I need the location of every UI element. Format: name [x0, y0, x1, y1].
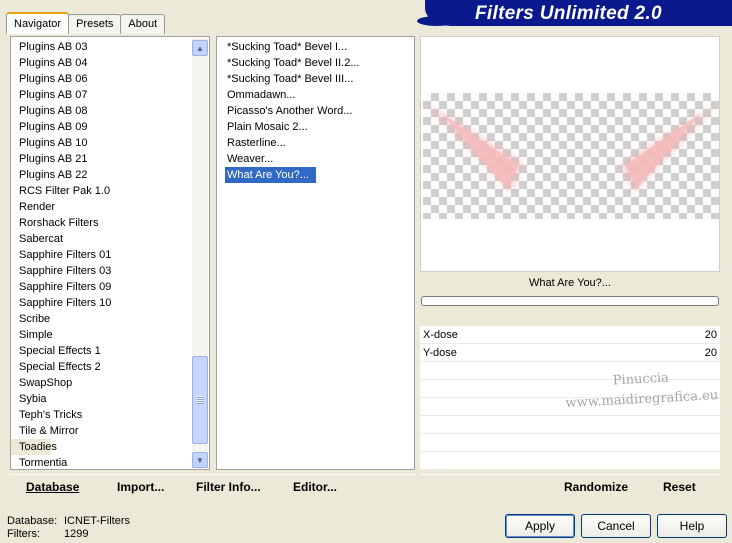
category-item[interactable]: Simple	[11, 327, 191, 343]
scroll-thumb[interactable]	[192, 356, 208, 444]
preview-filter-name: What Are You?...	[420, 272, 720, 294]
left-button-bar: Database Import... Filter Info... Editor…	[10, 474, 415, 498]
filter-list[interactable]: *Sucking Toad* Bevel I... *Sucking Toad* …	[217, 39, 414, 469]
grip-icon	[196, 396, 204, 404]
title-banner: Filters Unlimited 2.0	[417, 0, 732, 26]
preview-image	[423, 93, 719, 219]
category-item[interactable]: Plugins AB 22	[11, 167, 191, 183]
help-button[interactable]: Help	[657, 514, 727, 538]
filter-item[interactable]: Weaver...	[217, 151, 414, 167]
preview-shapes	[423, 101, 719, 193]
param-row-y-dose[interactable]: Y-dose 20	[420, 344, 720, 362]
param-row-x-dose[interactable]: X-dose 20	[420, 326, 720, 344]
category-item[interactable]: Special Effects 1	[11, 343, 191, 359]
category-item[interactable]: Plugins AB 08	[11, 103, 191, 119]
apply-button[interactable]: Apply	[505, 514, 575, 538]
database-label: Database	[26, 480, 80, 494]
category-item[interactable]: Tormentia	[11, 455, 191, 469]
param-value[interactable]: 20	[705, 326, 717, 344]
category-item[interactable]: Render	[11, 199, 191, 215]
category-item[interactable]: Sapphire Filters 10	[11, 295, 191, 311]
category-item[interactable]: Plugins AB 21	[11, 151, 191, 167]
filter-item[interactable]: Rasterline...	[217, 135, 414, 151]
database-button[interactable]: Database	[26, 480, 79, 494]
param-row-empty	[420, 416, 720, 434]
tab-navigator[interactable]: Navigator	[6, 12, 70, 34]
category-item[interactable]: Sapphire Filters 01	[11, 247, 191, 263]
category-item[interactable]: Sapphire Filters 09	[11, 279, 191, 295]
tab-strip: Navigator Presets About	[6, 12, 166, 34]
category-scrollbar[interactable]: ▲ ▼	[192, 38, 208, 468]
scroll-down-button[interactable]: ▼	[192, 452, 208, 468]
filter-info-button[interactable]: Filter Info...	[196, 480, 261, 494]
filter-item[interactable]: *Sucking Toad* Bevel III...	[217, 71, 414, 87]
scroll-up-button[interactable]: ▲	[192, 40, 208, 56]
filter-item[interactable]: Picasso's Another Word...	[217, 103, 414, 119]
filter-item[interactable]: What Are You?...	[225, 167, 316, 183]
tab-presets[interactable]: Presets	[68, 14, 122, 34]
category-item[interactable]: Teph's Tricks	[11, 407, 191, 423]
preview-shape-left-core	[441, 113, 519, 189]
chevron-up-icon: ▲	[196, 43, 204, 53]
parameter-area: X-dose 20 Y-dose 20 Pinuccia www.maidire…	[420, 326, 720, 469]
status-area: Database: ICNET-Filters Filters: 1299	[7, 515, 130, 541]
preview-shape-right-core	[625, 113, 701, 189]
cancel-button[interactable]: Cancel	[581, 514, 651, 538]
editor-button[interactable]: Editor...	[293, 480, 337, 494]
randomize-button[interactable]: Randomize	[564, 480, 628, 494]
chevron-down-icon: ▼	[196, 455, 204, 465]
category-list-panel: Plugins AB 03 Plugins AB 04 Plugins AB 06 P…	[10, 36, 210, 470]
filter-list-panel: *Sucking Toad* Bevel I... *Sucking Toad* …	[216, 36, 415, 470]
param-label: Y-dose	[423, 347, 457, 359]
watermark: Pinuccia www.maidiregrafica.eu	[564, 366, 719, 414]
category-item[interactable]: Scribe	[11, 311, 191, 327]
tab-about[interactable]: About	[120, 14, 166, 34]
category-item[interactable]: Rorshack Filters	[11, 215, 191, 231]
status-filters: Filters: 1299	[7, 528, 130, 541]
category-item[interactable]: Tile & Mirror	[11, 423, 191, 439]
param-label: X-dose	[423, 329, 458, 341]
reset-button[interactable]: Reset	[663, 480, 696, 494]
category-item[interactable]: Plugins AB 09	[11, 119, 191, 135]
status-database-value: ICNET-Filters	[64, 515, 130, 527]
status-database: Database: ICNET-Filters	[7, 515, 130, 528]
category-item[interactable]: Sabercat	[11, 231, 191, 247]
progress-bar	[421, 296, 719, 306]
category-item[interactable]: SwapShop	[11, 375, 191, 391]
app-title: Filters Unlimited 2.0	[475, 3, 662, 24]
filter-item[interactable]: *Sucking Toad* Bevel I...	[217, 39, 414, 55]
category-item[interactable]: Plugins AB 06	[11, 71, 191, 87]
filter-item[interactable]: Ommadawn...	[217, 87, 414, 103]
filter-item[interactable]: *Sucking Toad* Bevel II.2...	[217, 55, 414, 71]
right-button-bar: Randomize Reset	[420, 474, 720, 498]
preview-panel	[420, 36, 720, 272]
category-item[interactable]: Sapphire Filters 03	[11, 263, 191, 279]
category-list[interactable]: Plugins AB 03 Plugins AB 04 Plugins AB 06 P…	[11, 39, 191, 469]
category-item[interactable]: Plugins AB 03	[11, 39, 191, 55]
category-item[interactable]: Special Effects 2	[11, 359, 191, 375]
category-item[interactable]: Sybia	[11, 391, 191, 407]
category-item[interactable]: Plugins AB 10	[11, 135, 191, 151]
category-item[interactable]: Plugins AB 07	[11, 87, 191, 103]
category-item[interactable]: Plugins AB 04	[11, 55, 191, 71]
param-value[interactable]: 20	[705, 344, 717, 362]
import-button[interactable]: Import...	[117, 480, 164, 494]
status-database-label: Database:	[7, 515, 58, 527]
status-filters-label: Filters:	[7, 528, 40, 540]
category-item[interactable]: RCS Filter Pak 1.0	[11, 183, 191, 199]
param-row-empty	[420, 434, 720, 452]
filter-item[interactable]: Plain Mosaic 2...	[217, 119, 414, 135]
status-filters-value: 1299	[64, 528, 89, 540]
category-item[interactable]: Toadies	[11, 439, 57, 455]
